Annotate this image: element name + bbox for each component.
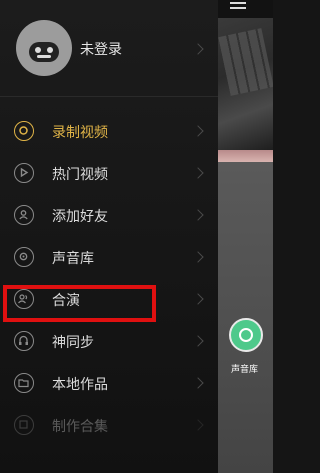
chevron-right-icon [192,377,204,389]
chevron-right-icon [192,125,204,137]
menu-item-label: 添加好友 [52,209,108,225]
avatar-face-icon [29,42,59,62]
record-icon [14,121,34,141]
menu-item-sync[interactable]: 神同步 [0,320,218,362]
drawer-menu: 录制视频 热门视频 添加好友 声音库 合演 神同步 本地作品 制作合集 [0,110,218,446]
sound-library-icon [14,247,34,267]
add-friend-icon [14,205,34,225]
menu-item-hot-videos[interactable]: 热门视频 [0,152,218,194]
folder-icon [14,373,34,393]
menu-item-make-collection[interactable]: 制作合集 [0,404,218,446]
avatar[interactable] [16,20,72,76]
chevron-right-icon [192,251,204,263]
menu-item-label: 录制视频 [52,125,108,141]
sound-library-button[interactable] [229,318,263,352]
menu-item-label: 热门视频 [52,167,108,183]
chevron-right-icon [192,335,204,347]
duet-highlight-box [3,285,156,322]
menu-item-label: 声音库 [52,251,94,267]
username-label: 未登录 [80,42,122,58]
chevron-right-icon [192,209,204,221]
chevron-right-icon [192,167,204,179]
menu-item-sound-library[interactable]: 声音库 [0,236,218,278]
video-preview-band [218,150,273,162]
profile-header[interactable]: 未登录 [0,0,218,96]
menu-item-label: 神同步 [52,335,94,351]
menu-item-record-video[interactable]: 录制视频 [0,110,218,152]
hamburger-menu-icon[interactable] [230,2,246,12]
menu-item-label: 制作合集 [52,419,108,435]
divider [0,96,218,97]
video-preview-top [218,18,273,150]
sync-icon [14,331,34,351]
main-content-preview: 声音库 [218,0,273,473]
side-drawer: 未登录 录制视频 热门视频 添加好友 声音库 合演 神同步 本地作品 制作合集 [0,0,218,473]
disc-icon [239,328,253,342]
menu-item-local-works[interactable]: 本地作品 [0,362,218,404]
chevron-right-icon [192,293,204,305]
menu-item-add-friends[interactable]: 添加好友 [0,194,218,236]
sound-library-label: 声音库 [231,365,259,375]
play-icon [14,163,34,183]
collection-icon [14,415,34,435]
chevron-right-icon [192,419,204,431]
chevron-right-icon [192,43,204,55]
menu-item-label: 本地作品 [52,377,108,393]
